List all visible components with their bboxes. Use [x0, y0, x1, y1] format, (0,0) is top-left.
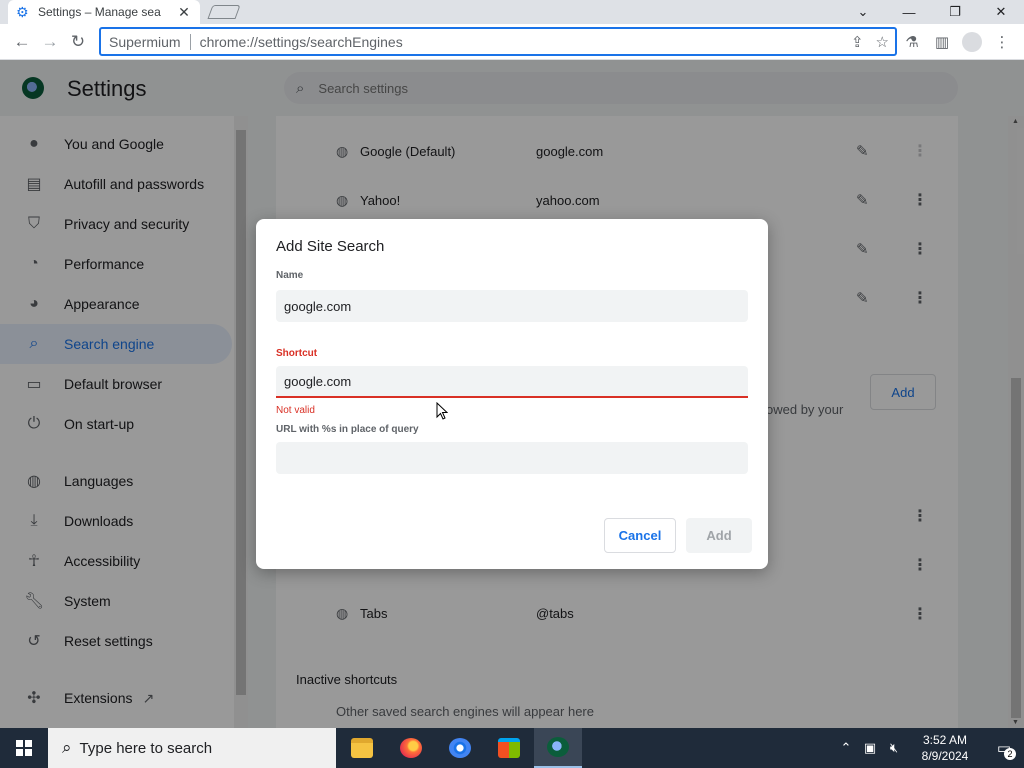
add-button[interactable]: Add — [686, 518, 752, 553]
folder-icon — [351, 738, 373, 758]
chromium-icon — [449, 738, 471, 758]
labs-flask-icon[interactable]: ⚗ — [900, 30, 924, 54]
reload-button[interactable]: ↻ — [66, 30, 90, 54]
profile-button[interactable] — [960, 30, 984, 54]
mouse-cursor-icon — [436, 402, 448, 420]
share-icon[interactable]: ⇪ — [851, 33, 864, 51]
avatar — [962, 32, 982, 52]
forward-button[interactable]: → — [38, 30, 62, 54]
url-input[interactable] — [276, 442, 748, 474]
firefox-taskbar-button[interactable] — [387, 728, 435, 768]
dialog-title: Add Site Search — [276, 238, 385, 255]
chevron-up-icon[interactable]: ⌃ — [834, 740, 858, 756]
network-icon[interactable]: ▣ — [858, 740, 882, 756]
new-tab-button[interactable] — [207, 5, 241, 19]
cancel-button[interactable]: Cancel — [604, 518, 676, 553]
notifications-button[interactable]: ▭ 2 — [984, 728, 1024, 768]
supermium-taskbar-button[interactable] — [534, 728, 582, 768]
menu-dots-icon[interactable]: ⋮ — [990, 30, 1014, 54]
tab-close-button[interactable]: ✕ — [176, 4, 192, 21]
store-taskbar-button[interactable] — [485, 728, 533, 768]
address-bar[interactable]: Supermium chrome://settings/searchEngine… — [99, 27, 897, 56]
clock-time: 3:52 AM — [922, 733, 968, 747]
file-explorer-taskbar-button[interactable] — [338, 728, 386, 768]
start-button[interactable] — [0, 728, 48, 768]
toolbar-actions: ⚗ ▥ ⋮ — [900, 30, 1024, 54]
side-panel-icon[interactable]: ▥ — [930, 30, 954, 54]
close-window-button[interactable]: ✕ — [978, 0, 1024, 24]
address-url: chrome://settings/searchEngines — [199, 33, 403, 50]
browser-tab[interactable]: ⚙ Settings – Manage sea ✕ — [8, 0, 200, 24]
tab-search-button[interactable]: ⌄ — [840, 0, 886, 24]
gear-icon: ⚙ — [16, 4, 29, 20]
add-site-search-dialog: Add Site Search Name Shortcut Not valid … — [256, 219, 768, 569]
minimize-button[interactable]: — — [886, 0, 932, 24]
windows-taskbar: ⌕ Type here to search ⌃ ▣ 🔇︎ 3:52 AM 8/9… — [0, 728, 1024, 768]
browser-toolbar: ← → ↻ Supermium chrome://settings/search… — [0, 24, 1024, 60]
title-bar: ⚙ Settings – Manage sea ✕ ⌄ — ❐ ✕ — [0, 0, 1024, 24]
notification-count-badge: 2 — [1004, 748, 1016, 760]
shortcut-error-message: Not valid — [276, 405, 315, 416]
firefox-icon — [400, 738, 422, 758]
address-separator — [189, 33, 191, 50]
back-button[interactable]: ← — [10, 30, 34, 54]
tab-title: Settings – Manage sea — [38, 5, 161, 19]
address-origin: Supermium — [109, 33, 181, 50]
bookmark-star-icon[interactable]: ☆ — [876, 33, 889, 51]
shortcut-label: Shortcut — [276, 348, 318, 359]
store-bag-icon — [498, 738, 520, 758]
clock-date: 8/9/2024 — [921, 749, 969, 763]
clock[interactable]: 3:52 AM 8/9/2024 — [906, 732, 984, 764]
supermium-icon — [547, 737, 569, 757]
shortcut-input[interactable] — [276, 366, 748, 398]
system-tray: ⌃ ▣ 🔇︎ 3:52 AM 8/9/2024 ▭ 2 — [834, 728, 1024, 768]
name-label: Name — [276, 270, 304, 281]
taskbar-search-placeholder: Type here to search — [79, 739, 213, 757]
volume-muted-icon[interactable]: 🔇︎ — [882, 740, 906, 756]
taskbar-search[interactable]: ⌕ Type here to search — [48, 728, 336, 768]
name-input[interactable] — [276, 290, 748, 322]
url-label: URL with %s in place of query — [276, 424, 419, 435]
search-icon: ⌕ — [62, 738, 72, 757]
maximize-button[interactable]: ❐ — [932, 0, 978, 24]
chrome-taskbar-button[interactable] — [436, 728, 484, 768]
window-controls: ⌄ — ❐ ✕ — [840, 0, 1024, 24]
windows-logo-icon — [16, 740, 32, 756]
